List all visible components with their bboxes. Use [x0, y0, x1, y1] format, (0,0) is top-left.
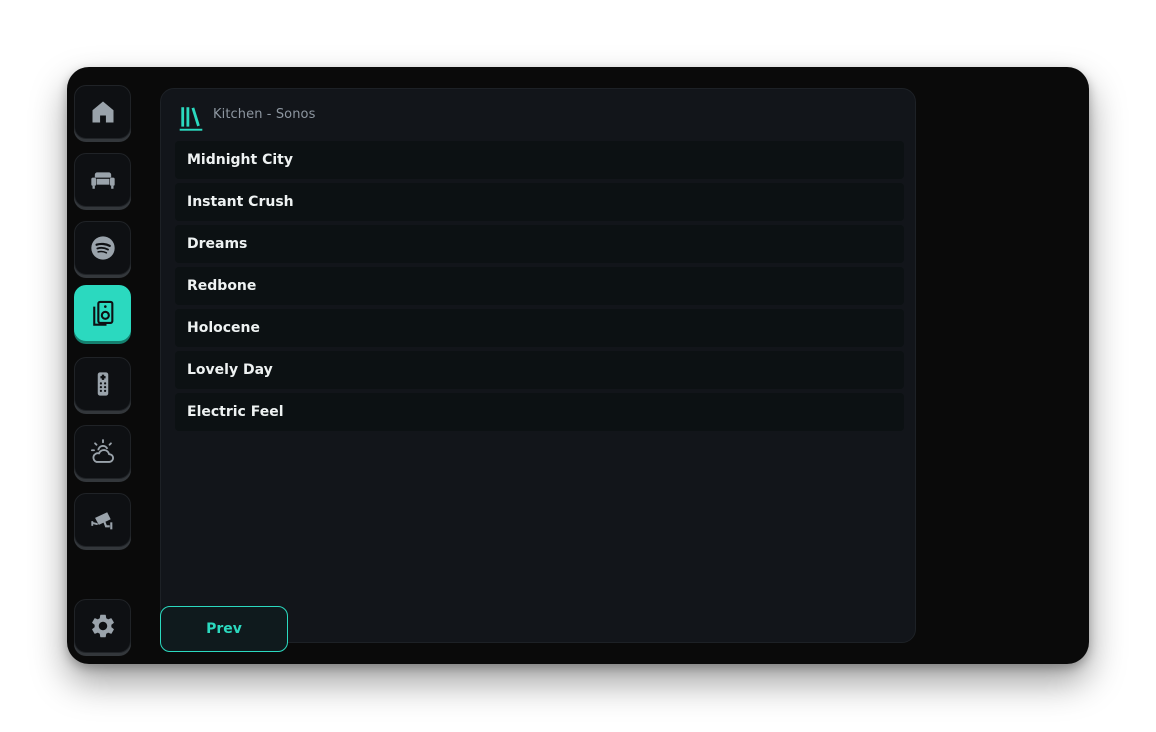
track-item[interactable]: Holocene [175, 309, 904, 347]
track-item[interactable]: Instant Crush [175, 183, 904, 221]
track-item[interactable]: Dreams [175, 225, 904, 263]
track-item[interactable]: Electric Feel [175, 393, 904, 431]
track-item[interactable]: Midnight City [175, 141, 904, 179]
nav-settings-button[interactable] [74, 599, 131, 653]
track-item[interactable]: Lovely Day [175, 351, 904, 389]
nav-living-room-button[interactable] [74, 153, 131, 207]
prev-page-button[interactable]: Prev [160, 606, 288, 652]
media-browser-panel: Kitchen - Sonos Midnight City Instant Cr… [160, 88, 916, 643]
nav-spotify-button[interactable] [74, 221, 131, 275]
track-item[interactable]: Redbone [175, 267, 904, 305]
spotify-icon [90, 236, 115, 260]
speaker-icon [92, 300, 113, 326]
nav-weather-button[interactable] [74, 425, 131, 479]
sofa-icon [90, 172, 115, 189]
panel-header: Kitchen - Sonos [178, 103, 316, 133]
nav-remote-button[interactable] [74, 357, 131, 411]
app-window: Kitchen - Sonos Midnight City Instant Cr… [67, 67, 1089, 664]
library-icon [179, 107, 203, 131]
weather-icon [90, 439, 114, 463]
home-icon [92, 101, 113, 123]
player-title: Kitchen - Sonos [213, 106, 316, 122]
gear-icon [91, 614, 114, 638]
security-camera-icon [90, 512, 112, 530]
nav-security-button[interactable] [74, 493, 131, 547]
nav-speaker-button[interactable] [74, 285, 131, 341]
nav-home-button[interactable] [74, 85, 131, 139]
remote-icon [97, 372, 108, 396]
track-list: Midnight City Instant Crush Dreams Redbo… [175, 141, 904, 435]
